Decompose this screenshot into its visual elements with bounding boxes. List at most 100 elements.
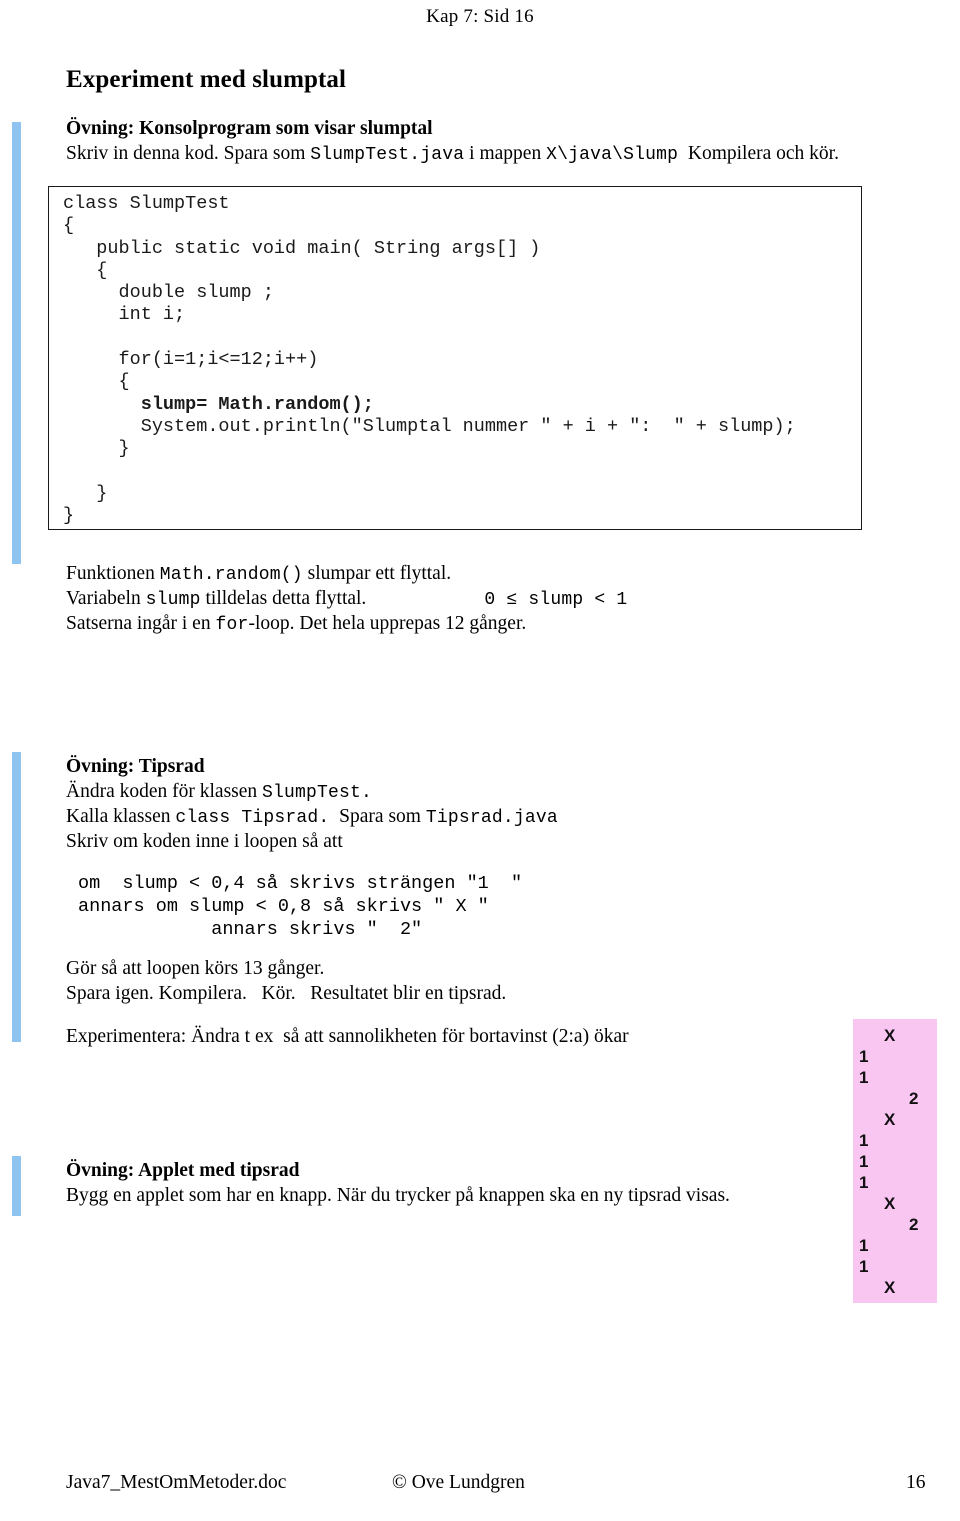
tipsrad-row: 1 (853, 1130, 937, 1151)
tipsrad-cell: 1 (859, 1047, 869, 1066)
pseudo-line-1: om slump < 0,4 så skrivs strängen "1 " (78, 873, 523, 894)
pseudo-line-3: annars skrivs " 2" (78, 919, 423, 940)
tipsrad-cell: X (884, 1026, 896, 1045)
ex2-l2-code2: Tipsrad.java (425, 808, 558, 828)
tipsrad-row: 1 (853, 1256, 937, 1277)
footer-page-number: 16 (906, 1472, 926, 1493)
instruction-path: X\java\Slump (546, 145, 679, 165)
code-line-4: { (63, 259, 108, 281)
instruction-filename: SlumpTest.java (310, 145, 465, 165)
pseudo-line-2: annars om slump < 0,8 så skrivs " X " (78, 896, 489, 917)
exercise2-block: Övning: Tipsrad Ändra koden för klassen … (66, 756, 558, 856)
code-line-3: public static void main( String args[] ) (63, 237, 541, 259)
expl-l3-code: for (215, 615, 249, 635)
exercise2-followup: Gör så att loopen körs 13 gånger. Spara … (66, 958, 506, 1008)
tipsrad-cell: 1 (859, 1068, 869, 1087)
exercise2-heading: Övning: Tipsrad (66, 756, 205, 777)
tipsrad-cell: 2 (909, 1089, 919, 1108)
tipsrad-row: X (853, 1025, 937, 1046)
ex2-l2-a: Kalla klassen (66, 806, 176, 827)
code-block: class SlumpTest { public static void mai… (48, 186, 862, 530)
exercise1-heading: Övning: Konsolprogram som visar slumptal (66, 118, 433, 139)
code-line-2: { (63, 215, 75, 237)
footer-filename: Java7_MestOmMetoder.doc (66, 1472, 287, 1493)
expl-inequality: 0 ≤ slump < 1 (484, 590, 628, 610)
exercise2-line-5: Spara igen. Kompilera. Kör. Resultatet b… (66, 983, 506, 1008)
ex2-l4: Gör så att loopen körs 13 gånger. (66, 958, 325, 979)
tipsrad-cell: 1 (859, 1131, 869, 1150)
expl-l2-code: slump (145, 590, 201, 610)
ex2-l5: Spara igen. Kompilera. Kör. Resultatet b… (66, 983, 507, 1004)
exercise3-body: Bygg en applet som har en knapp. När du … (66, 1185, 730, 1206)
running-header: Kap 7: Sid 16 (426, 6, 534, 27)
tipsrad-cell: X (884, 1194, 896, 1213)
ex2-l3: Skriv om koden inne i loopen så att (66, 831, 343, 852)
exercise3-heading: Övning: Applet med tipsrad (66, 1160, 300, 1181)
exercise1-heading-block: Övning: Konsolprogram som visar slumptal (66, 118, 433, 140)
expl-l1-code: Math.random() (159, 565, 303, 585)
code-line-6: int i; (63, 304, 186, 326)
change-bar-bottom (12, 1156, 21, 1216)
code-line-14: } (63, 482, 108, 504)
code-listing: class SlumpTest { public static void mai… (49, 187, 861, 527)
tipsrad-row: 1 (853, 1235, 937, 1256)
tipsrad-cell: 1 (859, 1173, 869, 1192)
tipsrad-row: 2 (853, 1214, 937, 1235)
exercise2-line-1: Ändra koden för klassen SlumpTest. (66, 781, 558, 806)
expl-l2-a: Variabeln (66, 588, 146, 609)
code-line-10: slump= Math.random(); (63, 393, 374, 415)
expl-l3-b: -loop. Det hela upprepas 12 gånger. (248, 613, 527, 634)
expl-l1-a: Funktionen (66, 563, 160, 584)
tipsrad-cell: X (884, 1278, 896, 1297)
exercise3-block: Övning: Applet med tipsrad Bygg en apple… (66, 1160, 730, 1210)
tipsrad-row: X (853, 1277, 937, 1298)
tipsrad-row: 1 (853, 1172, 937, 1193)
ex2-l2-b: Spara som (329, 806, 426, 827)
exercise2-line-2: Kalla klassen class Tipsrad. Spara som T… (66, 806, 558, 831)
footer-copyright: © Ove Lundgren (392, 1472, 525, 1493)
change-bar-middle (12, 752, 21, 1042)
explanation-line-3: Satserna ingår i en for-loop. Det hela u… (66, 613, 627, 638)
ex2-l1-code: SlumpTest. (262, 783, 373, 803)
code-line-8: for(i=1;i<=12;i++) (63, 349, 319, 371)
tipsrad-row: X (853, 1109, 937, 1130)
tipsrad-cell: 1 (859, 1152, 869, 1171)
instruction-mid: i mappen (464, 143, 547, 164)
instruction-prefix: Skriv in denna kod. Spara som (66, 143, 311, 164)
tipsrad-row: 1 (853, 1067, 937, 1088)
change-bar-top (12, 122, 21, 564)
tipsrad-cell: X (884, 1110, 896, 1129)
exercise1-instruction: Skriv in denna kod. Spara som SlumpTest.… (66, 143, 839, 165)
tipsrad-row: 1 (853, 1151, 937, 1172)
tipsrad-row: 2 (853, 1088, 937, 1109)
exercise3-heading-row: Övning: Applet med tipsrad (66, 1160, 730, 1185)
exercise2-line-4: Gör så att loopen körs 13 gånger. (66, 958, 506, 983)
code-line-1: class SlumpTest (63, 193, 230, 214)
code-line-9: { (63, 371, 130, 393)
explanation-line-1: Funktionen Math.random() slumpar ett fly… (66, 563, 627, 588)
expl-l1-b: slumpar ett flyttal. (302, 563, 452, 584)
tipsrad-row: 1 (853, 1046, 937, 1067)
ex2-l1-a: Ändra koden för klassen (66, 781, 263, 802)
code-line-12: } (63, 438, 130, 460)
code-line-11: System.out.println("Slumptal nummer " + … (63, 415, 796, 437)
tipsrad-row: X (853, 1193, 937, 1214)
tipsrad-cell: 2 (909, 1215, 919, 1234)
explanation-line-2: Variabeln slump tilldelas detta flyttal.… (66, 588, 627, 613)
code-line-15: } (63, 505, 75, 527)
expl-l2-b: tilldelas detta flyttal. (200, 588, 367, 609)
exercise2-heading-row: Övning: Tipsrad (66, 756, 558, 781)
document-page: Kap 7: Sid 16 Experiment med slumptal Öv… (0, 0, 960, 1521)
tipsrad-cell: 1 (859, 1257, 869, 1276)
expl-l3-a: Satserna ingår i en (66, 613, 216, 634)
ex2-l2-code: class Tipsrad. (175, 808, 330, 828)
code-line-5: double slump ; (63, 282, 274, 304)
page-footer: Java7_MestOmMetoder.doc © Ove Lundgren 1… (0, 1472, 960, 1502)
explanation-block: Funktionen Math.random() slumpar ett fly… (66, 563, 627, 638)
instruction-suffix: Kompilera och kör. (678, 143, 839, 164)
tipsrad-pseudocode: om slump < 0,4 så skrivs strängen "1 " a… (78, 872, 522, 941)
tipsrad-cell: 1 (859, 1236, 869, 1255)
ex2-l6: Experimentera: Ändra t ex så att sannoli… (66, 1026, 629, 1047)
exercise3-body-row: Bygg en applet som har en knapp. När du … (66, 1185, 730, 1210)
experimentera-line: Experimentera: Ändra t ex så att sannoli… (66, 1026, 629, 1048)
